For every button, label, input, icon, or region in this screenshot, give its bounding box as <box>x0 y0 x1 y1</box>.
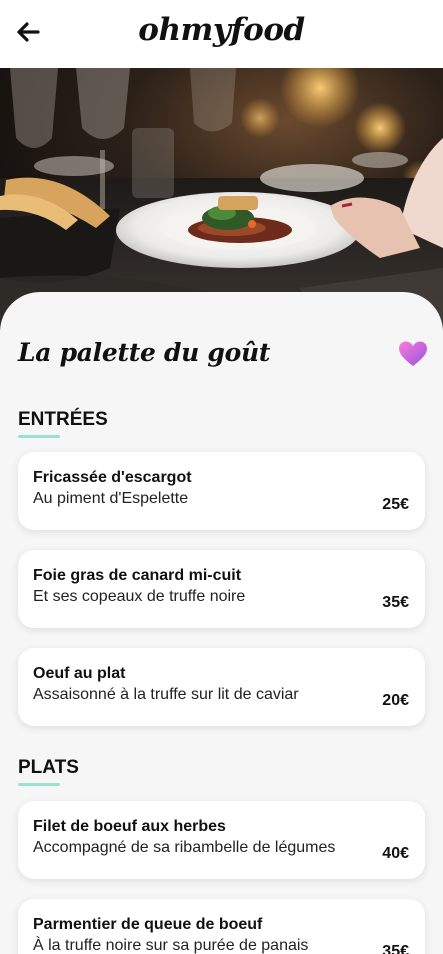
menu-item-price: 35€ <box>382 943 409 954</box>
menu-item-description: Au piment d'Espelette <box>33 490 189 507</box>
restaurant-photo <box>0 68 443 330</box>
menu-item-name: Parmentier de queue de boeuf <box>33 916 263 933</box>
menu-item-price: 20€ <box>382 692 409 709</box>
menu-item-price: 40€ <box>382 845 409 862</box>
menu-item-name: Foie gras de canard mi-cuit <box>33 567 242 584</box>
menu-item-description: Et ses copeaux de truffe noire <box>33 588 246 605</box>
menu-item-name: Oeuf au plat <box>33 665 126 682</box>
menu-item-description: Assaisonné à la truffe sur lit de caviar <box>33 686 299 703</box>
restaurant-name: La palette du goût <box>18 338 271 367</box>
menu-item-description: À la truffe noire sur sa purée de panais <box>33 937 309 954</box>
menu-item-description: Accompagné de sa ribambelle de légumes <box>33 839 336 856</box>
menu-item-card[interactable]: Filet de boeuf aux herbes Accompagné de … <box>18 801 425 879</box>
menu-item-card[interactable]: Parmentier de queue de boeuf À la truffe… <box>18 899 425 954</box>
heart-icon[interactable] <box>398 340 428 368</box>
menu-item-name: Fricassée d'escargot <box>33 469 192 486</box>
menu-item-card[interactable]: Oeuf au plat Assaisonné à la truffe sur … <box>18 648 425 726</box>
section-underline <box>18 783 60 786</box>
app-header: ohmyfood <box>0 0 443 68</box>
section-title-entrees: ENTRÉES <box>18 409 108 430</box>
app-logo[interactable]: ohmyfood <box>0 12 443 48</box>
menu-item-price: 25€ <box>382 496 409 513</box>
menu-item-price: 35€ <box>382 594 409 611</box>
section-underline <box>18 435 60 438</box>
menu-item-card[interactable]: Fricassée d'escargot Au piment d'Espelet… <box>18 452 425 530</box>
menu-item-name: Filet de boeuf aux herbes <box>33 818 226 835</box>
menu-item-card[interactable]: Foie gras de canard mi-cuit Et ses copea… <box>18 550 425 628</box>
restaurant-menu-panel: La palette du goût ENTRÉES Fricassée d'e… <box>0 292 443 954</box>
hero-image <box>0 68 443 330</box>
section-title-plats: PLATS <box>18 757 79 778</box>
